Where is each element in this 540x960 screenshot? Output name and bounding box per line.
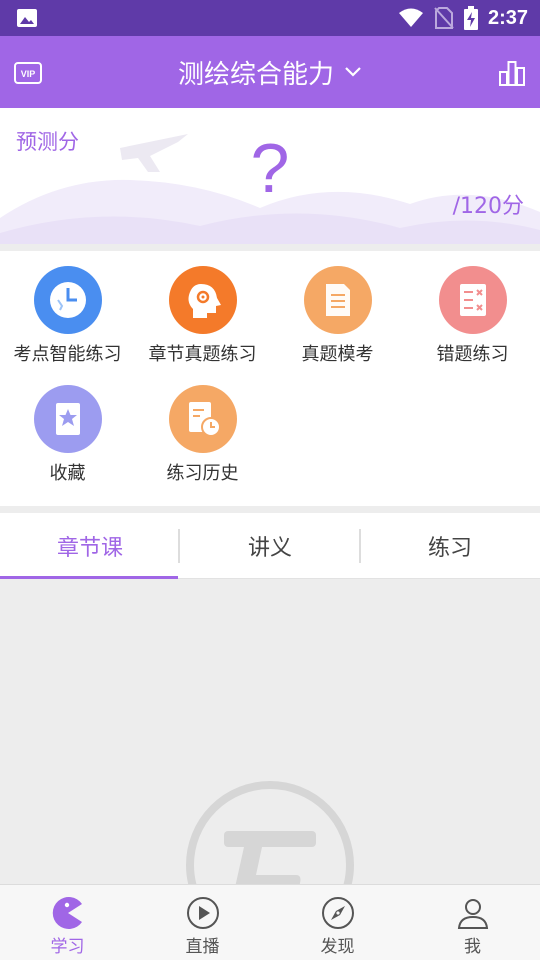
nav-label: 发现	[320, 937, 355, 957]
app-header: VIP 测绘综合能力	[0, 36, 540, 108]
pacman-icon	[52, 897, 82, 929]
tab-label: 练习	[427, 536, 472, 561]
feature-favorites[interactable]: 收藏	[0, 385, 135, 485]
feature-grid: 考点智能练习 章节真题练习 真题模考 错题练习 收藏 练习历史	[0, 251, 540, 506]
no-sim-icon	[434, 7, 454, 29]
page-title: 测绘综合能力	[177, 59, 334, 90]
feature-label: 错题练习	[436, 344, 509, 365]
document-icon	[303, 266, 372, 334]
feature-label: 真题模考	[301, 344, 374, 365]
image-notification-icon	[17, 9, 37, 27]
total-score: /120分	[452, 194, 524, 219]
bottom-navigation: 学习 直播 发现 我	[0, 884, 540, 960]
feature-chapter-practice[interactable]: 章节真题练习	[135, 266, 270, 366]
bar-chart-icon[interactable]	[498, 60, 526, 86]
feature-label: 练习历史	[166, 463, 239, 484]
nav-label: 学习	[50, 937, 85, 957]
person-icon	[457, 899, 488, 929]
nav-label: 直播	[185, 937, 220, 957]
tab-handouts[interactable]: 讲义	[180, 513, 360, 579]
predicted-score-card: 预测分 ? /120分	[0, 108, 540, 244]
compass-icon	[321, 897, 354, 929]
play-circle-icon	[186, 897, 219, 929]
feature-label: 章节真题练习	[148, 344, 257, 365]
status-bar: 2:37	[0, 0, 540, 36]
wrong-list-icon	[438, 266, 507, 334]
battery-charging-icon	[463, 6, 478, 30]
tab-chapter-course[interactable]: 章节课	[0, 513, 180, 579]
feature-label: 考点智能练习	[13, 344, 122, 365]
chevron-down-icon	[345, 67, 361, 77]
subject-selector[interactable]: 测绘综合能力	[0, 36, 540, 108]
head-gear-icon	[168, 266, 237, 334]
tab-practice[interactable]: 练习	[360, 513, 540, 579]
history-icon	[168, 385, 237, 453]
feature-mock-exam[interactable]: 真题模考	[270, 266, 405, 366]
nav-live[interactable]: 直播	[135, 885, 270, 960]
nav-discover[interactable]: 发现	[270, 885, 405, 960]
clock-time: 2:37	[487, 6, 528, 29]
nav-me[interactable]: 我	[405, 885, 540, 960]
system-icons: 2:37	[398, 0, 528, 36]
tab-content-area	[0, 579, 540, 884]
nav-label: 我	[464, 937, 481, 957]
star-book-icon	[33, 385, 102, 453]
feature-wrong-questions[interactable]: 错题练习	[405, 266, 540, 366]
feature-history[interactable]: 练习历史	[135, 385, 270, 485]
clock-icon	[33, 266, 102, 334]
nav-study[interactable]: 学习	[0, 885, 135, 960]
feature-label: 收藏	[49, 463, 86, 484]
content-tabs: 章节课 讲义 练习	[0, 513, 540, 579]
tab-label: 章节课	[56, 536, 123, 561]
tab-label: 讲义	[247, 536, 292, 561]
wifi-icon	[398, 8, 423, 27]
brand-watermark-icon	[186, 781, 354, 884]
feature-smart-practice[interactable]: 考点智能练习	[0, 266, 135, 366]
